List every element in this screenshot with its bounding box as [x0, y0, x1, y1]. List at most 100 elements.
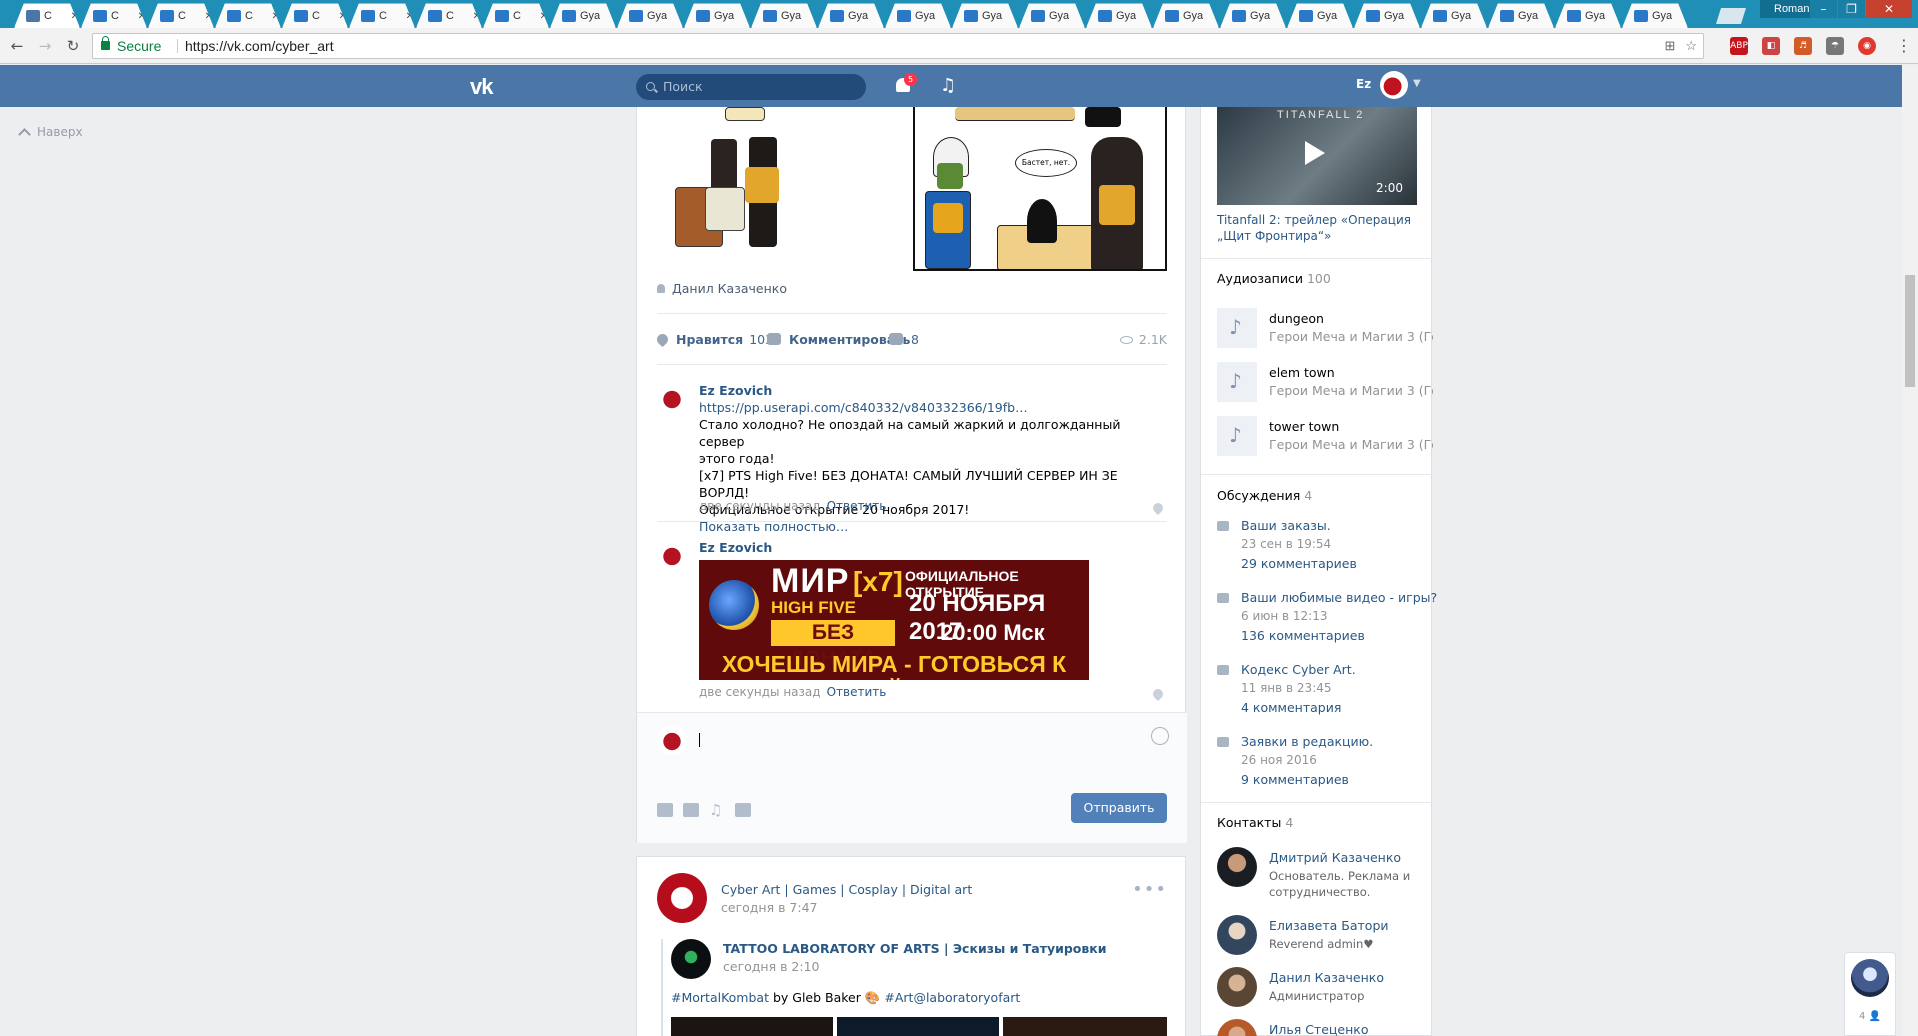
- browser-tab[interactable]: C ✕: [14, 3, 80, 28]
- discussion-title[interactable]: Ваши любимые видео - игры?: [1241, 590, 1437, 605]
- browser-tab[interactable]: C ✕: [148, 3, 214, 28]
- heart-icon[interactable]: [1150, 686, 1166, 702]
- chat-floater[interactable]: 4 👤: [1844, 952, 1896, 1036]
- avatar[interactable]: [657, 873, 707, 923]
- extension-icon[interactable]: ◉: [1858, 37, 1876, 55]
- browser-tab[interactable]: Gya: [885, 3, 951, 28]
- browser-tab[interactable]: C ✕: [416, 3, 482, 28]
- audio-item[interactable]: elem town Герои Меча и Магии 3 (Герои Ме…: [1217, 362, 1433, 402]
- extension-icon[interactable]: ◧: [1762, 37, 1780, 55]
- restore-button[interactable]: ❐: [1838, 0, 1865, 18]
- video-icon[interactable]: [683, 803, 699, 817]
- comment-author[interactable]: Ez Ezovich: [699, 540, 772, 555]
- send-button[interactable]: Отправить: [1071, 793, 1167, 823]
- browser-tab[interactable]: Gya: [684, 3, 750, 28]
- audio-artist[interactable]: Герои Меча и Магии 3 (Герои Меча и Магии…: [1269, 383, 1433, 398]
- note-icon[interactable]: ♫: [709, 803, 725, 818]
- browser-tab[interactable]: Gya: [1622, 3, 1688, 28]
- post-image[interactable]: [671, 1017, 833, 1036]
- like-button[interactable]: Нравится 103: [654, 331, 773, 348]
- smile-icon[interactable]: [1151, 727, 1169, 745]
- hashtag-link[interactable]: #MortalKombat: [671, 990, 769, 1005]
- minimize-button[interactable]: –: [1810, 0, 1837, 18]
- browser-tab[interactable]: Gya: [818, 3, 884, 28]
- contact-name[interactable]: Данил Казаченко: [1269, 970, 1384, 985]
- audio-header[interactable]: Аудиозаписи 100: [1217, 271, 1331, 286]
- reply-link[interactable]: Ответить: [827, 685, 887, 699]
- contact-name[interactable]: Дмитрий Казаченко: [1269, 850, 1401, 865]
- scrollbar-thumb[interactable]: [1905, 275, 1915, 387]
- browser-tab[interactable]: Gya: [1153, 3, 1219, 28]
- reply-link[interactable]: Ответить: [827, 499, 887, 513]
- discussion-title[interactable]: Заявки в редакцию.: [1241, 734, 1373, 749]
- avatar[interactable]: [1851, 959, 1889, 997]
- browser-tab[interactable]: C ✕: [483, 3, 549, 28]
- video-thumbnail[interactable]: TITANFALL 2 2:00: [1217, 107, 1417, 205]
- discussion-comments[interactable]: 4 комментария: [1241, 700, 1341, 715]
- browser-tab[interactable]: Gya: [550, 3, 616, 28]
- new-tab-button[interactable]: [1716, 8, 1746, 24]
- audio-item[interactable]: dungeon Герои Меча и Магии 3 (Герои Меча…: [1217, 308, 1433, 348]
- browser-menu-icon[interactable]: ⋮: [1896, 36, 1912, 55]
- address-bar[interactable]: Secure https://vk.com/cyber_art ⊞ ☆: [92, 33, 1704, 59]
- chevron-down-icon[interactable]: ▼: [1413, 78, 1421, 89]
- share-button[interactable]: 8: [889, 332, 919, 347]
- adblock-icon[interactable]: ABP: [1730, 37, 1748, 55]
- contacts-header[interactable]: Контакты 4: [1217, 815, 1293, 830]
- repost-group-title[interactable]: TATTOO LABORATORY OF ARTS | Эскизы и Тат…: [723, 941, 1107, 956]
- translate-icon[interactable]: ⊞: [1664, 34, 1675, 58]
- close-tab-icon[interactable]: ✕: [540, 11, 548, 22]
- extension-icon[interactable]: ☂: [1826, 37, 1844, 55]
- play-icon[interactable]: [1305, 141, 1325, 165]
- close-tab-icon[interactable]: ✕: [272, 11, 280, 22]
- browser-tab[interactable]: C ✕: [215, 3, 281, 28]
- close-tab-icon[interactable]: ✕: [205, 11, 213, 22]
- discussions-header[interactable]: Обсуждения 4: [1217, 488, 1312, 503]
- reload-icon[interactable]: ↻: [64, 37, 82, 55]
- audio-artist[interactable]: Герои Меча и Магии 3 (Герои Меча и Магии…: [1269, 437, 1433, 452]
- comment-banner-image[interactable]: МИР [x7] HIGH FIVE ОФИЦИАЛЬНОЕ ОТКРЫТИЕ …: [699, 560, 1089, 680]
- post-author-name[interactable]: Данил Казаченко: [672, 281, 787, 296]
- post-image-right[interactable]: Бастет, нет.: [913, 107, 1167, 271]
- music-note-icon[interactable]: [1217, 308, 1257, 348]
- vk-logo[interactable]: vk: [470, 74, 494, 100]
- avatar[interactable]: [1217, 1019, 1257, 1036]
- avatar[interactable]: [1217, 847, 1257, 887]
- browser-tab[interactable]: Gya: [1488, 3, 1554, 28]
- browser-tab[interactable]: Gya: [1421, 3, 1487, 28]
- browser-tab[interactable]: Gya: [1086, 3, 1152, 28]
- user-name[interactable]: Ez: [1356, 77, 1371, 91]
- browser-tab[interactable]: Gya: [1220, 3, 1286, 28]
- hashtag-link[interactable]: #Art@laboratoryofart: [884, 990, 1020, 1005]
- discussion-title[interactable]: Кодекс Cyber Art.: [1241, 662, 1356, 677]
- comment-input[interactable]: [699, 730, 1149, 750]
- browser-tab[interactable]: Gya: [751, 3, 817, 28]
- search-input[interactable]: Поиск: [636, 74, 866, 100]
- back-icon[interactable]: ←: [8, 37, 26, 55]
- close-tab-icon[interactable]: ✕: [339, 11, 347, 22]
- post-author[interactable]: Данил Казаченко: [657, 281, 787, 296]
- close-tab-icon[interactable]: ✕: [138, 11, 146, 22]
- discussion-comments[interactable]: 136 комментариев: [1241, 628, 1365, 643]
- post-image[interactable]: [837, 1017, 999, 1036]
- contact-name[interactable]: Елизавета Батори: [1269, 918, 1389, 933]
- music-note-icon[interactable]: [1217, 416, 1257, 456]
- doc-icon[interactable]: [735, 803, 751, 817]
- camera-icon[interactable]: [657, 803, 673, 817]
- music-icon[interactable]: ♫: [940, 75, 956, 96]
- browser-tab[interactable]: Gya: [1287, 3, 1353, 28]
- close-tab-icon[interactable]: ✕: [473, 11, 481, 22]
- close-window-button[interactable]: ✕: [1866, 0, 1912, 18]
- post-image[interactable]: [1003, 1017, 1167, 1036]
- audio-item[interactable]: tower town Герои Меча и Магии 3 (Герои М…: [1217, 416, 1433, 456]
- discussion-comments[interactable]: 9 комментариев: [1241, 772, 1349, 787]
- discussion-comments[interactable]: 29 комментариев: [1241, 556, 1357, 571]
- comment-link[interactable]: https://pp.userapi.com/c840332/v84033236…: [699, 399, 1029, 416]
- close-tab-icon[interactable]: ✕: [406, 11, 414, 22]
- scroll-to-top-button[interactable]: Наверх: [18, 125, 83, 141]
- browser-tab[interactable]: Gya: [1555, 3, 1621, 28]
- extension-icon[interactable]: ♬: [1794, 37, 1812, 55]
- comment-author[interactable]: Ez Ezovich: [699, 383, 772, 398]
- post-time[interactable]: сегодня в 7:47: [721, 900, 818, 915]
- discussion-title[interactable]: Ваши заказы.: [1241, 518, 1331, 533]
